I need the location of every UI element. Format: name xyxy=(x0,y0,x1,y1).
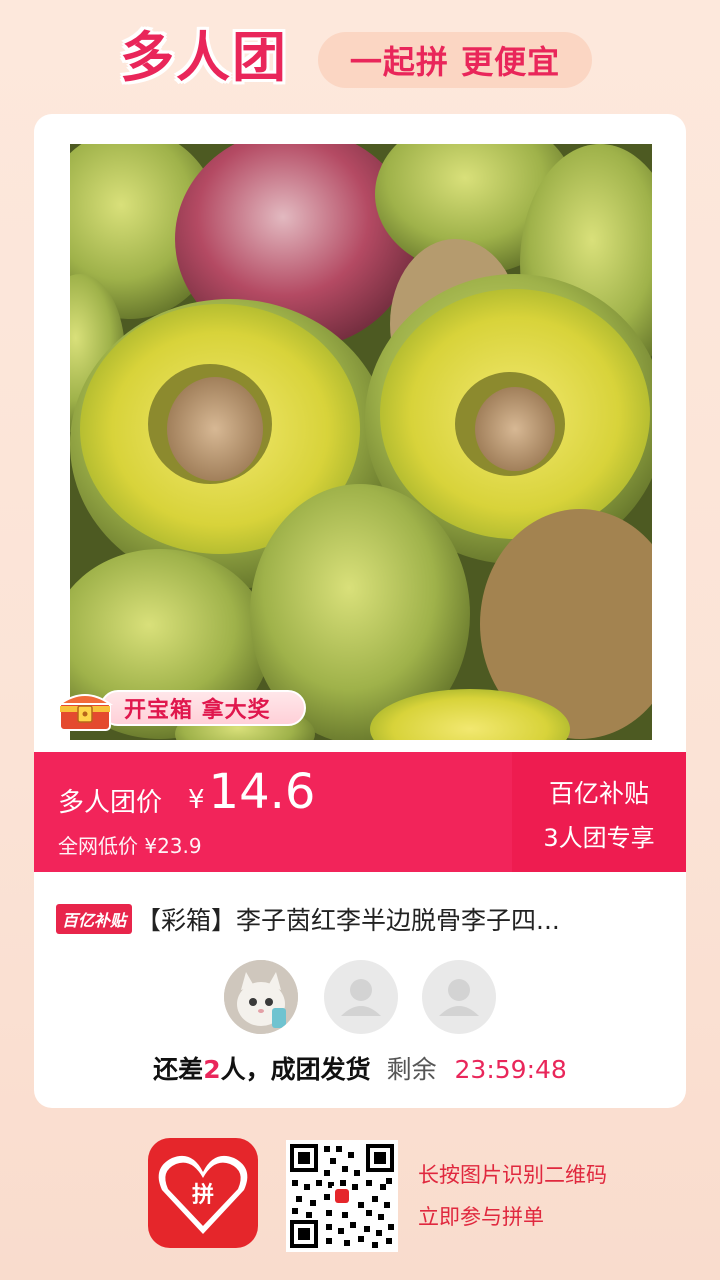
product-title-row[interactable]: 百亿补贴 【彩箱】李子茵红李半边脱骨李子四... xyxy=(56,902,666,936)
svg-text:拼: 拼 xyxy=(192,1182,214,1208)
empty-avatar xyxy=(422,960,496,1034)
subsidy-label: 百亿补贴 xyxy=(548,779,649,808)
pinduoduo-app-icon: 拼 xyxy=(148,1138,258,1248)
original-price-value: ¥23.9 xyxy=(144,834,202,858)
missing-count: 2 xyxy=(203,1055,221,1084)
product-image[interactable] xyxy=(70,144,652,740)
slogan-pill: 一起拼 更便宜 xyxy=(318,32,592,88)
footer: 拼 长按图片识别二维码 立即参与拼单 xyxy=(0,1128,720,1268)
footer-line-2: 立即参与拼单 xyxy=(418,1205,544,1229)
cat-avatar-icon xyxy=(224,960,298,1034)
price-bar: 多人团价 ¥14.6 全网低价 ¥23.9 百亿补贴 3人团专享 xyxy=(34,752,686,872)
status-prefix: 还差 xyxy=(153,1055,204,1084)
countdown-timer: 23:59:48 xyxy=(454,1055,567,1084)
qr-code[interactable] xyxy=(286,1140,398,1252)
status-suffix: 人，成团发货 xyxy=(220,1055,371,1084)
group-status: 还差2人，成团发货 剩余 23:59:48 xyxy=(34,1050,686,1086)
treasure-label: 开宝箱 拿大奖 xyxy=(100,690,306,726)
subsidy-tag: 百亿补贴 xyxy=(56,904,133,934)
empty-avatar xyxy=(324,960,398,1034)
user-placeholder-icon xyxy=(439,979,479,1016)
footer-line-1: 长按图片识别二维码 xyxy=(418,1163,607,1187)
group-price-label: 多人团价 xyxy=(58,788,163,818)
remaining-label: 剩余 xyxy=(386,1055,437,1084)
product-title: 【彩箱】李子茵红李半边脱骨李子四... xyxy=(136,906,560,935)
footer-instructions: 长按图片识别二维码 立即参与拼单 xyxy=(418,1154,607,1238)
price-amount: 14.6 xyxy=(208,764,316,820)
member-avatars xyxy=(224,960,504,1034)
qr-code-icon xyxy=(286,1140,398,1252)
currency-symbol: ¥ xyxy=(188,785,205,815)
group-price: ¥14.6 xyxy=(188,764,315,828)
plum-photo xyxy=(70,144,652,740)
header: 多人团 一起拼 更便宜 xyxy=(0,0,720,110)
original-price: 全网低价 ¥23.9 xyxy=(58,830,202,859)
original-price-label: 全网低价 xyxy=(58,834,138,858)
user-placeholder-icon xyxy=(341,979,381,1016)
subsidy-panel: 百亿补贴 3人团专享 xyxy=(512,752,686,872)
heart-logo-icon: 拼 xyxy=(158,1155,248,1234)
group-buy-card[interactable]: 开宝箱 拿大奖 多人团价 ¥14.6 全网低价 ¥23.9 百亿补贴 3人团专享… xyxy=(34,114,686,1108)
page-title: 多人团 xyxy=(120,26,288,89)
treasure-chest-icon xyxy=(56,694,114,731)
group-size-label: 3人团专享 xyxy=(543,824,655,852)
avatar xyxy=(224,960,298,1034)
treasure-badge[interactable]: 开宝箱 拿大奖 xyxy=(56,684,308,732)
